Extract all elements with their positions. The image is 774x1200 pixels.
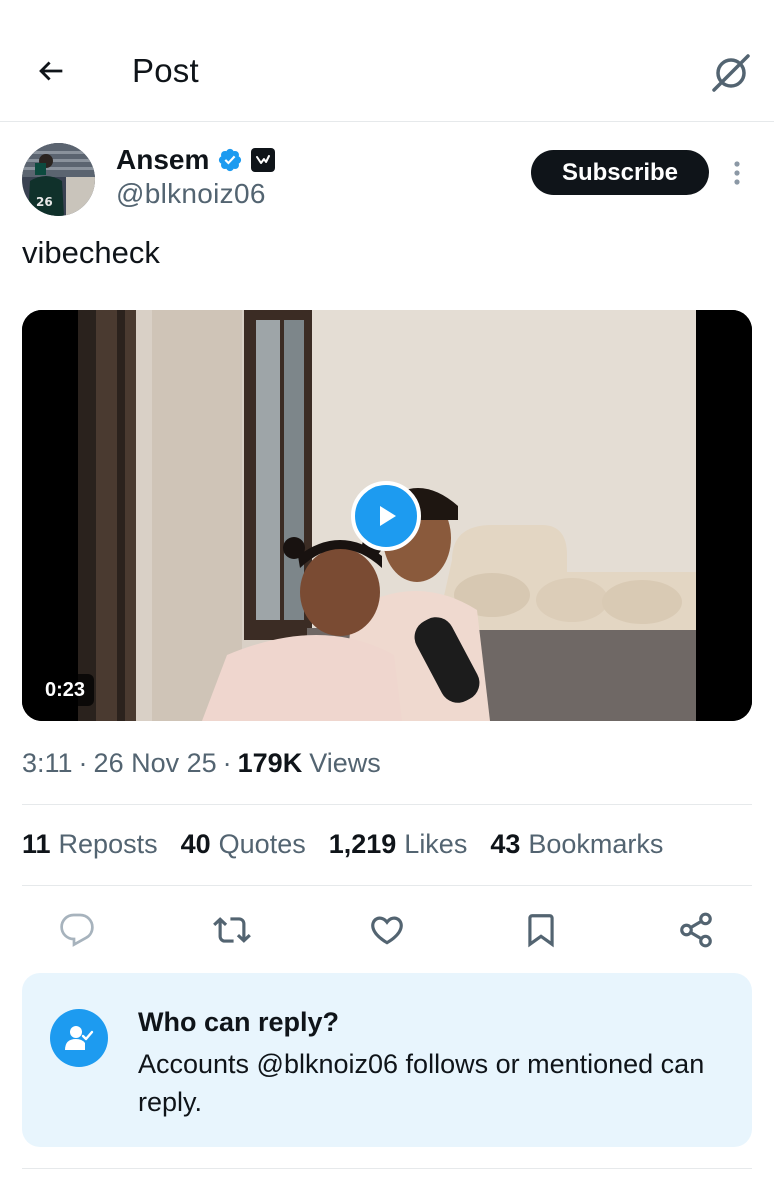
grok-icon xyxy=(712,54,750,92)
more-options-button[interactable] xyxy=(722,156,752,190)
action-bar xyxy=(0,906,774,954)
post-meta: 3:11 · 26 Nov 25 · 179K Views xyxy=(22,748,381,779)
author-handle[interactable]: @blknoiz06 xyxy=(116,178,266,210)
video-duration: 0:23 xyxy=(36,674,95,706)
reply-icon xyxy=(60,913,94,947)
engagement-stats: 11 Reposts 40 Quotes 1,219 Likes 43 Book… xyxy=(22,829,686,860)
like-icon xyxy=(371,916,403,945)
reply-restriction-icon xyxy=(50,1009,108,1067)
play-button[interactable] xyxy=(351,481,421,551)
more-vertical-icon xyxy=(734,161,740,185)
stat-quotes[interactable]: 40 Quotes xyxy=(181,829,306,860)
reply-button[interactable] xyxy=(53,906,101,954)
post-date: 26 Nov 25 xyxy=(93,748,217,778)
back-button[interactable] xyxy=(30,50,72,92)
repost-button[interactable] xyxy=(208,906,256,954)
page-title: Post xyxy=(132,52,199,89)
arrow-left-icon xyxy=(39,61,63,81)
stat-reposts[interactable]: 11 Reposts xyxy=(22,829,158,860)
verified-badge-icon xyxy=(219,148,242,172)
repost-icon xyxy=(213,917,251,943)
bookmark-icon xyxy=(528,914,554,948)
reply-restriction-title: Who can reply? xyxy=(138,1007,340,1037)
bookmark-button[interactable] xyxy=(517,906,565,954)
subscribe-button[interactable]: Subscribe xyxy=(531,150,709,195)
play-icon xyxy=(380,506,396,526)
views-label: Views xyxy=(309,748,381,778)
divider xyxy=(22,885,752,886)
affiliate-badge-icon[interactable] xyxy=(251,148,276,172)
author-name-row: Ansem xyxy=(116,143,276,177)
grok-button[interactable] xyxy=(708,50,754,96)
divider xyxy=(22,1168,752,1169)
like-button[interactable] xyxy=(363,906,411,954)
meta-separator: · xyxy=(78,748,88,778)
share-icon xyxy=(680,912,712,948)
user-check-icon xyxy=(65,1026,94,1050)
post-text: vibecheck xyxy=(22,235,160,270)
post-time: 3:11 xyxy=(22,748,73,778)
stat-likes[interactable]: 1,219 Likes xyxy=(329,829,468,860)
avatar[interactable]: 26 xyxy=(22,143,95,216)
meta-separator: · xyxy=(222,748,232,778)
top-bar: Post xyxy=(0,0,774,122)
author-display-name[interactable]: Ansem xyxy=(116,144,209,176)
divider xyxy=(22,804,752,805)
svg-text:26: 26 xyxy=(36,195,53,209)
reply-restriction-card: Who can reply? Accounts @blknoiz06 follo… xyxy=(22,973,752,1147)
stat-bookmarks[interactable]: 43 Bookmarks xyxy=(490,829,663,860)
reply-restriction-description: Accounts @blknoiz06 follows or mentioned… xyxy=(138,1049,705,1117)
views-count: 179K xyxy=(237,748,303,778)
video-player[interactable]: 0:23 xyxy=(22,310,752,721)
share-button[interactable] xyxy=(672,906,720,954)
